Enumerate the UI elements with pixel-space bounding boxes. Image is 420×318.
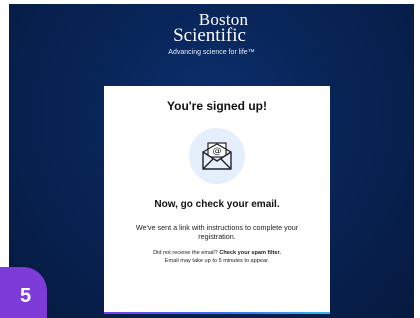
card-title: You're signed up! xyxy=(167,99,267,113)
spam-note-prefix: Did not receive the email? xyxy=(153,250,218,256)
spam-filter-note: Did not receive the email? Check your sp… xyxy=(104,250,330,256)
spam-note-bold: Check your spam filter. xyxy=(219,250,281,256)
step-number-badge: 5 xyxy=(0,267,47,318)
logo-line-2: Scientific xyxy=(173,25,246,46)
envelope-email-icon: @ xyxy=(202,142,232,170)
page-background: Boston Scientific Advancing science for … xyxy=(9,4,414,318)
step-number: 5 xyxy=(19,285,32,307)
envelope-icon-circle: @ xyxy=(189,128,245,184)
svg-text:@: @ xyxy=(213,147,222,157)
card-body-text: We've sent a link with instructions to c… xyxy=(135,223,299,241)
boston-scientific-logo: Boston Scientific Advancing science for … xyxy=(9,11,414,56)
logo-tagline: Advancing science for life™ xyxy=(168,49,255,56)
card-accent-line xyxy=(104,312,330,314)
card-subtitle: Now, go check your email. xyxy=(154,199,280,210)
delivery-time-note: Email may take up to 5 minutes to appear… xyxy=(164,258,270,264)
confirmation-card: You're signed up! @ Now, go check your e… xyxy=(104,86,330,314)
